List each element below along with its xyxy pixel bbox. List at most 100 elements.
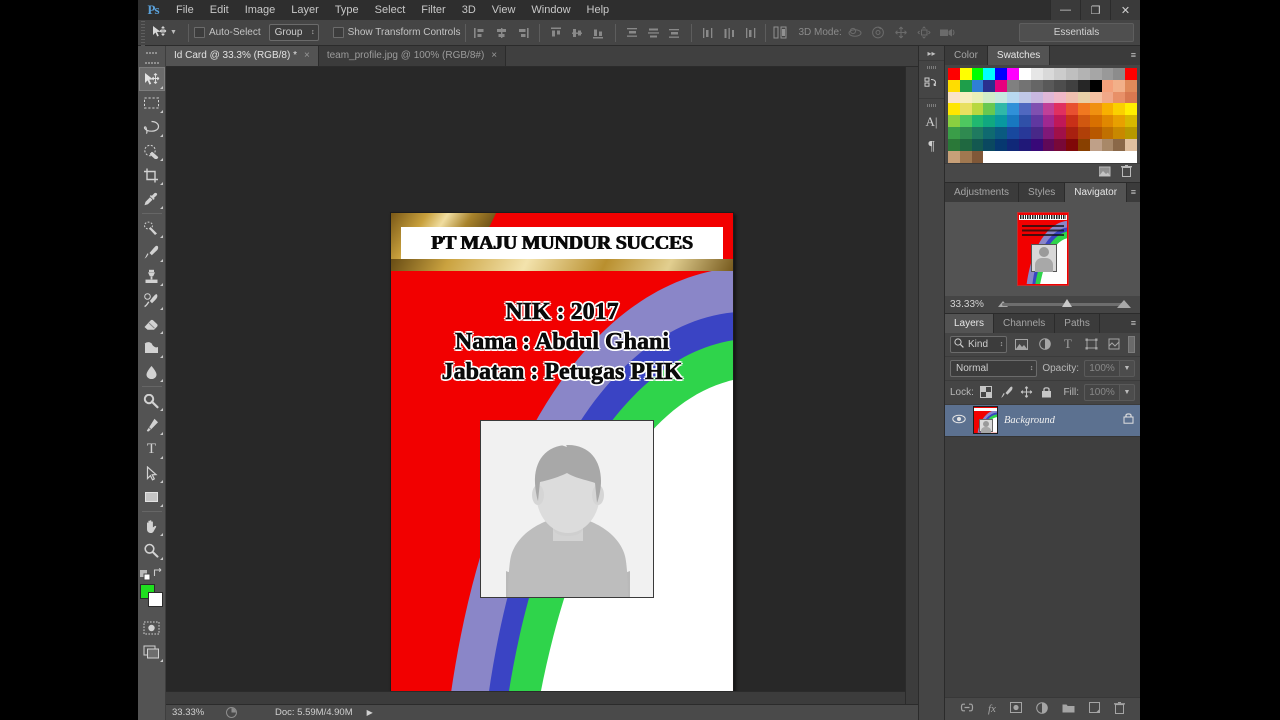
- swatch-3[interactable]: [983, 68, 996, 80]
- swatch-92[interactable]: [1089, 127, 1102, 139]
- swatch-27[interactable]: [1077, 79, 1090, 92]
- background-color-swatch[interactable]: [147, 592, 163, 607]
- navigator-zoom-value[interactable]: 33.33%: [950, 299, 984, 310]
- distribute-right-edges-icon[interactable]: [741, 23, 760, 42]
- swatch-20[interactable]: [995, 79, 1008, 92]
- navigator-panel-menu-icon[interactable]: ≡: [1131, 187, 1136, 197]
- swatch-57[interactable]: [1054, 103, 1067, 116]
- id-card-document[interactable]: PT MAJU MUNDUR SUCCES NIK : 2017 Nama : …: [390, 212, 734, 697]
- swatch-76[interactable]: [1089, 115, 1102, 128]
- swatch-126[interactable]: [1113, 150, 1126, 163]
- swatch-40[interactable]: [1042, 91, 1055, 104]
- new-group-icon[interactable]: [1062, 703, 1075, 716]
- align-bottom-edges-icon[interactable]: [589, 23, 608, 42]
- swatch-94[interactable]: [1113, 127, 1126, 139]
- close-tab-icon[interactable]: ×: [304, 50, 310, 61]
- workspace-switcher[interactable]: Essentials: [1019, 23, 1134, 42]
- swatch-44[interactable]: [1089, 91, 1102, 104]
- tool-clone-stamp[interactable]: [139, 264, 165, 288]
- swatch-37[interactable]: [1007, 91, 1019, 104]
- swatch-61[interactable]: [1101, 103, 1114, 116]
- panel-grip[interactable]: [919, 63, 945, 71]
- panel-grip[interactable]: [919, 101, 945, 109]
- character-icon[interactable]: A|: [919, 109, 945, 134]
- swatch-104[interactable]: [1042, 138, 1055, 151]
- swatch-1[interactable]: [959, 68, 972, 80]
- close-button[interactable]: ✕: [1110, 0, 1140, 20]
- layer-visibility-icon[interactable]: [951, 414, 967, 427]
- swatch-46[interactable]: [1113, 91, 1126, 104]
- status-menu-arrow-icon[interactable]: ▶: [367, 708, 373, 717]
- menu-layer[interactable]: Layer: [283, 0, 327, 20]
- swatch-103[interactable]: [1030, 138, 1043, 151]
- type-filter-icon[interactable]: T: [1059, 335, 1077, 353]
- swatch-23[interactable]: [1030, 79, 1043, 92]
- swatch-60[interactable]: [1089, 103, 1102, 116]
- menu-filter[interactable]: Filter: [413, 0, 453, 20]
- swatch-22[interactable]: [1018, 79, 1031, 92]
- menu-image[interactable]: Image: [237, 0, 284, 20]
- swatch-120[interactable]: [1042, 150, 1055, 163]
- swatch-31[interactable]: [1125, 79, 1137, 92]
- tool-brush[interactable]: [139, 240, 165, 264]
- swatch-59[interactable]: [1077, 103, 1090, 116]
- swatch-48[interactable]: [948, 103, 960, 116]
- align-right-edges-icon[interactable]: [513, 23, 532, 42]
- layers-list[interactable]: Background: [945, 404, 1140, 697]
- swatch-58[interactable]: [1066, 103, 1078, 116]
- status-zoom-level[interactable]: 33.33%: [166, 707, 221, 718]
- swap-colors-icon[interactable]: [153, 567, 164, 580]
- layer-mask-icon[interactable]: [1009, 702, 1022, 716]
- fill-value[interactable]: 100%: [1084, 383, 1120, 401]
- image-filter-icon[interactable]: [1012, 335, 1030, 353]
- lock-all-icon[interactable]: [1039, 384, 1054, 400]
- swatch-51[interactable]: [983, 103, 996, 116]
- swatch-16[interactable]: [948, 79, 960, 92]
- swatches-grid[interactable]: [945, 65, 1140, 163]
- swatch-42[interactable]: [1066, 91, 1078, 104]
- swatch-116[interactable]: [995, 150, 1008, 163]
- lock-position-icon[interactable]: [1019, 384, 1034, 400]
- document-tab-id-card[interactable]: Id Card @ 33.3% (RGB/8) * ×: [166, 45, 319, 66]
- swatch-72[interactable]: [1042, 115, 1055, 128]
- swatch-21[interactable]: [1007, 79, 1019, 92]
- tab-swatches[interactable]: Swatches: [987, 46, 1051, 65]
- history-icon[interactable]: [919, 71, 945, 96]
- opacity-value[interactable]: 100%: [1084, 359, 1120, 377]
- swatch-121[interactable]: [1054, 150, 1067, 163]
- align-vertical-centers-icon[interactable]: [568, 23, 587, 42]
- auto-select-scope-dropdown[interactable]: Group ↕: [268, 24, 319, 41]
- menu-help[interactable]: Help: [579, 0, 618, 20]
- swatch-119[interactable]: [1030, 150, 1043, 163]
- distribute-vertical-centers-icon[interactable]: [644, 23, 663, 42]
- adjustment-layer-icon[interactable]: [1036, 701, 1048, 717]
- swatch-9[interactable]: [1054, 68, 1067, 80]
- swatch-124[interactable]: [1089, 150, 1102, 163]
- distribute-top-edges-icon[interactable]: [623, 23, 642, 42]
- tool-zoom[interactable]: [139, 538, 165, 562]
- menu-3d[interactable]: 3D: [454, 0, 484, 20]
- swatch-99[interactable]: [983, 138, 996, 151]
- swatch-36[interactable]: [995, 91, 1008, 104]
- swatch-35[interactable]: [983, 91, 996, 104]
- opacity-chevron-down-icon[interactable]: ▼: [1120, 359, 1135, 377]
- tool-quick-selection[interactable]: [139, 139, 165, 163]
- align-left-edges-icon[interactable]: [471, 23, 490, 42]
- swatch-12[interactable]: [1089, 68, 1102, 80]
- swatch-102[interactable]: [1018, 138, 1031, 151]
- swatch-55[interactable]: [1030, 103, 1043, 116]
- swatch-6[interactable]: [1018, 68, 1031, 80]
- swatch-95[interactable]: [1125, 127, 1137, 139]
- swatch-81[interactable]: [959, 127, 972, 139]
- minimize-button[interactable]: —: [1050, 0, 1080, 20]
- swatch-0[interactable]: [948, 68, 960, 80]
- swatch-28[interactable]: [1089, 79, 1102, 92]
- swatch-115[interactable]: [983, 150, 996, 163]
- restore-button[interactable]: ❐: [1080, 0, 1110, 20]
- swatch-17[interactable]: [959, 79, 972, 92]
- employee-photo[interactable]: [480, 420, 654, 598]
- swatch-38[interactable]: [1018, 91, 1031, 104]
- close-tab-icon[interactable]: ×: [491, 50, 497, 61]
- swatch-30[interactable]: [1113, 79, 1126, 92]
- smart-object-filter-icon[interactable]: [1105, 335, 1123, 353]
